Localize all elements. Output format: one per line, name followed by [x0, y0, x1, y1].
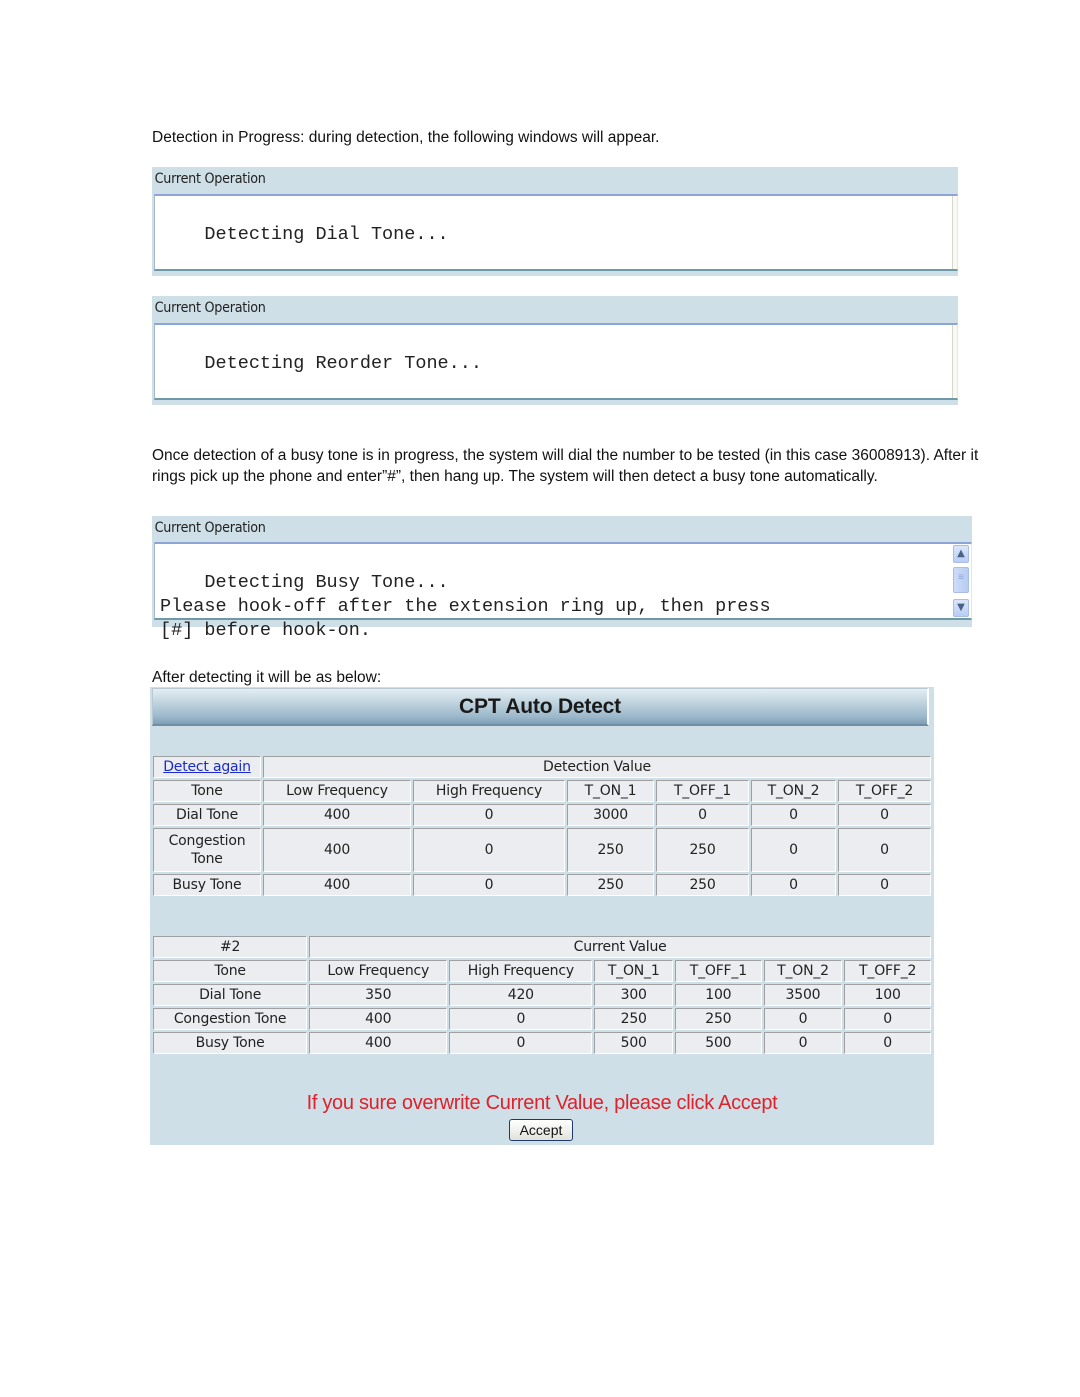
scrollbar[interactable] — [952, 196, 957, 269]
value-cell: 0 — [413, 874, 565, 896]
column-header: T_ON_1 — [567, 780, 654, 802]
value-cell: 0 — [751, 874, 836, 896]
operation-textarea[interactable]: Detecting Busy Tone... Please hook-off a… — [154, 542, 972, 641]
column-header: T_OFF_1 — [675, 960, 762, 982]
tone-name-cell: Dial Tone — [153, 804, 261, 826]
column-header: High Frequency — [449, 960, 593, 982]
column-header: Low Frequency — [309, 960, 448, 982]
value-cell: 100 — [675, 984, 762, 1006]
scrollbar[interactable]: ▲ ≡ ▼ — [953, 545, 970, 617]
operation-text: Detecting Dial Tone... — [204, 224, 449, 245]
value-cell: 400 — [263, 828, 411, 872]
detect-again-cell: Detect again — [153, 756, 261, 778]
value-cell: 350 — [309, 984, 448, 1006]
value-cell: 400 — [263, 804, 411, 826]
value-cell: 0 — [656, 804, 749, 826]
current-value-table: #2 Current Value Tone Low Frequency High F… — [151, 934, 933, 1056]
operation-textarea[interactable]: Detecting Reorder Tone... — [154, 323, 958, 400]
value-cell: 250 — [656, 828, 749, 872]
value-cell: 250 — [656, 874, 749, 896]
cpt-auto-detect-panel: CPT Auto Detect Detect again Detection V… — [150, 687, 934, 1145]
table-label: #2 — [153, 936, 308, 958]
value-cell: 3000 — [567, 804, 654, 826]
scrollbar[interactable] — [952, 325, 957, 398]
column-header: Tone — [153, 960, 308, 982]
value-cell: 400 — [309, 1008, 448, 1030]
table-row: Busy Tone 400 0 250 250 0 0 — [153, 874, 931, 896]
column-header: T_OFF_2 — [838, 780, 931, 802]
value-cell: 0 — [838, 804, 931, 826]
tone-name-cell: Congestion Tone — [153, 828, 261, 872]
panel-title: Current Operation — [154, 171, 266, 187]
operation-text: Detecting Busy Tone... Please hook-off a… — [160, 572, 771, 641]
value-cell: 0 — [413, 828, 565, 872]
accept-button[interactable]: Accept — [509, 1119, 573, 1141]
detect-again-link[interactable]: Detect again — [163, 759, 251, 775]
column-header: Low Frequency — [263, 780, 411, 802]
value-cell: 0 — [751, 828, 836, 872]
panel-title: Current Operation — [154, 300, 266, 316]
detection-value-table: Detect again Detection Value Tone Low Fre… — [151, 754, 933, 898]
operation-textarea[interactable]: Detecting Dial Tone... — [154, 194, 958, 271]
current-operation-panel-reorder: Current Operation Detecting Reorder Tone… — [152, 296, 958, 405]
busy-tone-paragraph: Once detection of a busy tone is in prog… — [152, 447, 979, 485]
panel-title: Current Operation — [154, 520, 266, 536]
current-operation-panel-dial: Current Operation Detecting Dial Tone... — [152, 167, 958, 276]
column-header: T_ON_1 — [594, 960, 673, 982]
tone-name-cell: Congestion Tone — [153, 1008, 308, 1030]
tone-name-cell: Dial Tone — [153, 984, 308, 1006]
tone-name-cell: Busy Tone — [153, 874, 261, 896]
value-cell: 250 — [594, 1008, 673, 1030]
intro-paragraph: Detection in Progress: during detection,… — [152, 129, 660, 146]
column-header: Tone — [153, 780, 261, 802]
value-cell: 250 — [567, 874, 654, 896]
scroll-up-arrow-icon[interactable]: ▲ — [953, 545, 969, 563]
column-header: T_ON_2 — [763, 960, 843, 982]
value-cell: 400 — [309, 1032, 448, 1054]
operation-text: Detecting Reorder Tone... — [204, 353, 482, 374]
value-cell: 0 — [449, 1032, 593, 1054]
value-cell: 0 — [449, 1008, 593, 1030]
overwrite-warning: If you sure overwrite Current Value, ple… — [306, 1092, 778, 1114]
value-cell: 500 — [675, 1032, 762, 1054]
value-cell: 3500 — [763, 984, 843, 1006]
value-cell: 100 — [844, 984, 931, 1006]
scroll-thumb-grip-icon[interactable]: ≡ — [953, 567, 969, 593]
column-header: T_OFF_1 — [656, 780, 749, 802]
value-cell: 400 — [263, 874, 411, 896]
table-row: Congestion Tone 400 0 250 250 0 0 — [153, 1008, 931, 1030]
cpt-title: CPT Auto Detect — [152, 688, 929, 726]
value-cell: 0 — [763, 1032, 843, 1054]
group-header: Current Value — [309, 936, 931, 958]
value-cell: 420 — [449, 984, 593, 1006]
table-row: Dial Tone 400 0 3000 0 0 0 — [153, 804, 931, 826]
value-cell: 500 — [594, 1032, 673, 1054]
value-cell: 0 — [844, 1008, 931, 1030]
value-cell: 250 — [567, 828, 654, 872]
column-header: High Frequency — [413, 780, 565, 802]
value-cell: 0 — [838, 828, 931, 872]
value-cell: 300 — [594, 984, 673, 1006]
value-cell: 0 — [838, 874, 931, 896]
current-operation-panel-busy: Current Operation Detecting Busy Tone...… — [152, 516, 972, 641]
value-cell: 250 — [675, 1008, 762, 1030]
table-row: Busy Tone 400 0 500 500 0 0 — [153, 1032, 931, 1054]
column-header: T_ON_2 — [751, 780, 836, 802]
value-cell: 0 — [844, 1032, 931, 1054]
scroll-down-arrow-icon[interactable]: ▼ — [953, 599, 969, 617]
value-cell: 0 — [763, 1008, 843, 1030]
table-row: Congestion Tone 400 0 250 250 0 0 — [153, 828, 931, 872]
after-detecting-paragraph: After detecting it will be as below: — [152, 669, 382, 686]
group-header: Detection Value — [263, 756, 931, 778]
column-header-row: Tone Low Frequency High Frequency T_ON_1 T_O… — [153, 780, 931, 802]
value-cell: 0 — [413, 804, 565, 826]
column-header-row: Tone Low Frequency High Frequency T_ON_1 T_O… — [153, 960, 931, 982]
table-row: Dial Tone 350 420 300 100 3500 100 — [153, 984, 931, 1006]
column-header: T_OFF_2 — [844, 960, 931, 982]
tone-name-cell: Busy Tone — [153, 1032, 308, 1054]
value-cell: 0 — [751, 804, 836, 826]
